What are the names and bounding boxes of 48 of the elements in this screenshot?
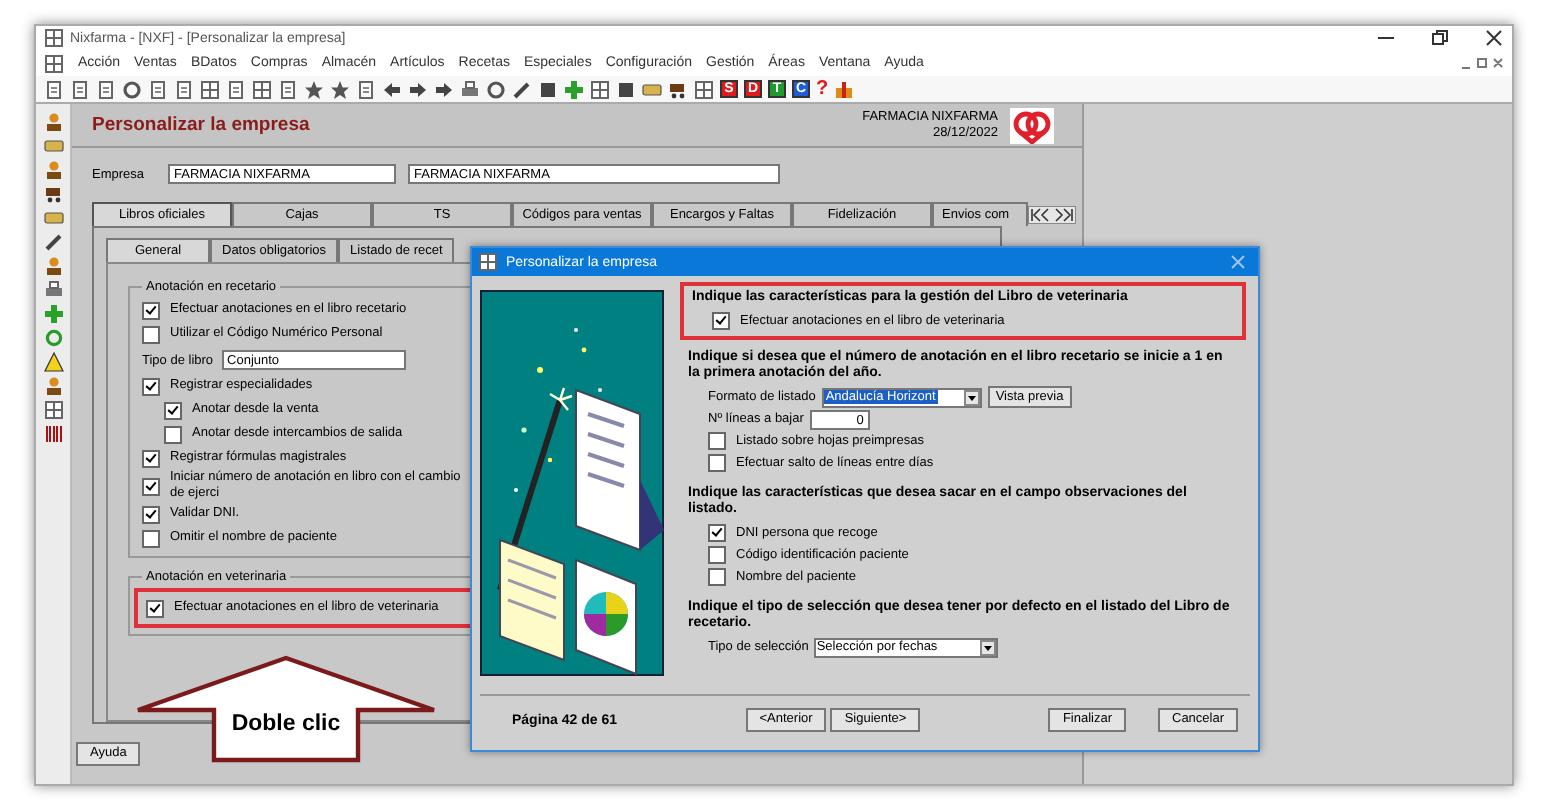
cart-icon[interactable] xyxy=(668,79,688,99)
window-controls-icon[interactable] xyxy=(1460,56,1504,70)
document-icon[interactable] xyxy=(96,79,116,99)
document-icon[interactable] xyxy=(174,79,194,99)
plus-icon[interactable] xyxy=(43,304,63,324)
square-icon[interactable] xyxy=(616,79,636,99)
callout-arrow: Doble clic xyxy=(134,654,438,764)
restore-icon[interactable] xyxy=(1430,28,1450,48)
document-icon[interactable] xyxy=(356,79,376,99)
cart-icon[interactable] xyxy=(43,184,63,204)
card-icon[interactable] xyxy=(43,136,63,156)
person-icon[interactable] xyxy=(43,112,63,132)
grid-icon[interactable] xyxy=(478,252,498,272)
help-button[interactable]: ? xyxy=(816,79,829,99)
printer-icon[interactable] xyxy=(43,280,63,300)
square-icon[interactable] xyxy=(538,79,558,99)
gift-icon[interactable] xyxy=(834,79,855,99)
logo-icon xyxy=(1010,107,1054,143)
grid-icon[interactable] xyxy=(590,79,610,99)
printer-icon[interactable] xyxy=(460,79,480,99)
grid-icon[interactable] xyxy=(44,53,64,73)
document-icon[interactable] xyxy=(278,79,298,99)
grid-icon[interactable] xyxy=(43,400,63,420)
star-icon[interactable] xyxy=(330,79,350,99)
card-icon[interactable] xyxy=(642,79,662,99)
person-icon[interactable] xyxy=(43,376,63,396)
pencil-icon[interactable] xyxy=(43,232,63,252)
document-icon[interactable] xyxy=(226,79,246,99)
caret-icon[interactable] xyxy=(963,389,980,405)
document-icon[interactable] xyxy=(44,79,64,99)
person-icon[interactable] xyxy=(43,160,63,180)
card-icon[interactable] xyxy=(43,208,63,228)
star-icon[interactable] xyxy=(304,79,324,99)
document-icon[interactable] xyxy=(148,79,168,99)
warning-icon[interactable] xyxy=(43,352,63,372)
document-icon[interactable] xyxy=(70,79,90,99)
tab-scroll-icon[interactable] xyxy=(1028,205,1076,223)
barcode-icon[interactable] xyxy=(43,424,63,444)
left-arrow-icon[interactable] xyxy=(382,79,402,99)
caret-icon[interactable] xyxy=(980,639,997,655)
pencil-icon[interactable] xyxy=(512,79,532,99)
close-icon[interactable] xyxy=(1484,28,1504,48)
grid-icon[interactable] xyxy=(694,79,714,99)
form-title: Personalizar la empresa xyxy=(92,114,310,136)
grid-icon[interactable] xyxy=(44,28,64,48)
grid-icon[interactable] xyxy=(200,79,220,99)
person-icon[interactable] xyxy=(43,256,63,276)
grid-icon[interactable] xyxy=(252,79,272,99)
